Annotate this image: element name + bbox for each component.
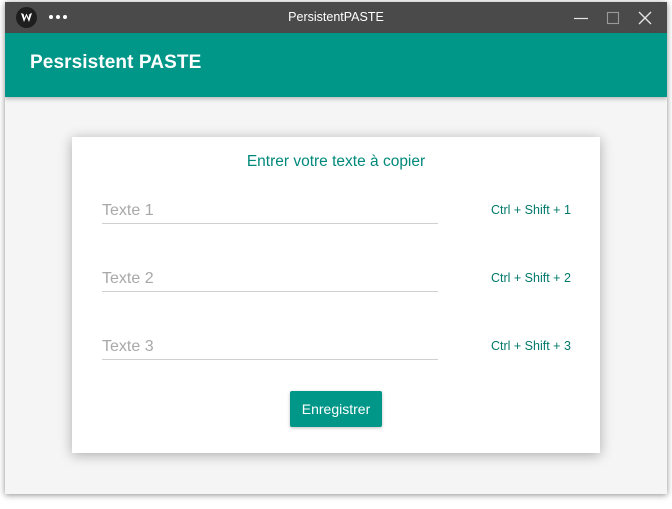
shortcut-1-label: Ctrl + Shift + 1	[491, 203, 571, 217]
window-title: PersistentPASTE	[288, 10, 384, 24]
close-icon[interactable]	[634, 7, 656, 29]
app-window: PersistentPASTE Pesrsistent PASTE Entrer…	[5, 2, 667, 494]
shortcut-2-label: Ctrl + Shift + 2	[491, 271, 571, 285]
window-titlebar[interactable]: PersistentPASTE	[5, 2, 667, 33]
app-title: Pesrsistent PASTE	[30, 52, 202, 73]
save-button[interactable]: Enregistrer	[290, 391, 382, 427]
minimize-icon[interactable]	[570, 7, 592, 29]
text-2-input[interactable]	[102, 267, 438, 292]
maximize-icon[interactable]	[602, 7, 624, 29]
form-heading: Entrer votre texte à copier	[246, 153, 426, 170]
paste-form-card: Entrer votre texte à copier Ctrl + Shift…	[72, 137, 600, 453]
text-3-input[interactable]	[102, 335, 438, 360]
text-1-input[interactable]	[102, 199, 438, 224]
shortcut-3-label: Ctrl + Shift + 3	[491, 339, 571, 353]
app-toolbar: Pesrsistent PASTE	[5, 33, 667, 97]
